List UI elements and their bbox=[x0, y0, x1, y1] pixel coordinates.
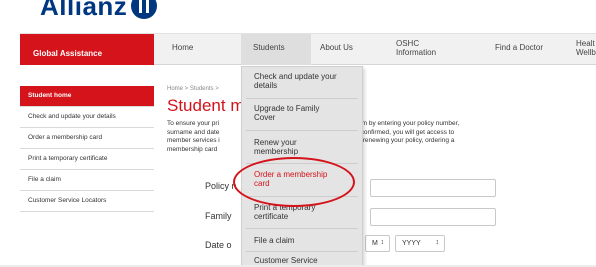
dropdown-divider bbox=[246, 196, 358, 197]
intro-line-left: surname and date bbox=[167, 128, 220, 136]
dropdown-item-file-a-claim[interactable]: File a claim bbox=[242, 236, 362, 246]
nav-item-about-us[interactable]: About Us bbox=[320, 34, 390, 65]
nav-item-oshc-information[interactable]: OSHC Information bbox=[396, 34, 466, 65]
dropdown-item-order-membership-card[interactable]: Order a membership card bbox=[242, 170, 362, 188]
nav-item-students[interactable]: Students bbox=[241, 34, 311, 65]
nav-item-label: Home bbox=[172, 43, 194, 52]
birth-year-select[interactable]: YYYY ↕ bbox=[395, 235, 445, 252]
page-title: Student m bbox=[167, 96, 245, 115]
intro-line-right: ils, renewing your policy, ordering a bbox=[353, 137, 455, 144]
intro-line-left: member services i bbox=[167, 137, 220, 144]
chevron-updown-icon: ↕ bbox=[380, 239, 385, 246]
nav-item-label: About Us bbox=[320, 43, 353, 52]
policy-number-label: Policy n bbox=[205, 181, 237, 191]
policy-number-input[interactable] bbox=[370, 179, 496, 197]
sidebar-item-print-temporary-certificate[interactable]: Print a temporary certificate bbox=[20, 149, 154, 170]
allianz-eagle-icon bbox=[131, 0, 158, 20]
top-navigation: Global Assistance Home Students About Us… bbox=[20, 33, 596, 65]
sidebar-item-order-membership-card[interactable]: Order a membership card bbox=[20, 128, 154, 149]
breadcrumb[interactable]: Home > Students > bbox=[167, 86, 219, 92]
birth-month-select[interactable]: M ↕ bbox=[365, 235, 390, 252]
dropdown-divider bbox=[246, 251, 358, 252]
nav-item-health-wellbeing[interactable]: Healt Wellb bbox=[576, 34, 596, 65]
nav-item-find-a-doctor[interactable]: Find a Doctor bbox=[495, 34, 565, 65]
sidebar-item-student-home[interactable]: Student home bbox=[20, 86, 154, 107]
dropdown-item-renew-membership[interactable]: Renew your membership bbox=[242, 138, 362, 156]
dropdown-divider bbox=[246, 163, 358, 164]
sidebar-item-customer-service-locators[interactable]: Customer Service Locators bbox=[20, 191, 154, 212]
dropdown-item-upgrade-family-cover[interactable]: Upgrade to Family Cover bbox=[242, 104, 362, 122]
nav-item-label: Healt Wellb bbox=[576, 39, 596, 57]
chevron-updown-icon: ↕ bbox=[435, 239, 440, 246]
intro-line-right: re confirmed, you will get access to bbox=[353, 128, 455, 136]
dropdown-divider bbox=[246, 98, 358, 99]
page: Allianz Global Assistance Home Students … bbox=[0, 0, 596, 267]
family-name-label: Family bbox=[205, 211, 232, 221]
family-name-input[interactable] bbox=[370, 208, 496, 226]
sidebar-item-check-update-details[interactable]: Check and update your details bbox=[20, 107, 154, 128]
sidebar-item-file-a-claim[interactable]: File a claim bbox=[20, 170, 154, 191]
logo-text: Allianz bbox=[40, 0, 128, 21]
global-assistance-tab[interactable]: Global Assistance bbox=[20, 34, 154, 65]
birth-year-value: YYYY bbox=[402, 240, 421, 247]
students-dropdown-menu: Check and update your details Upgrade to… bbox=[241, 66, 363, 267]
nav-item-label: OSHC Information bbox=[396, 39, 437, 57]
sidebar: Student home Check and update your detai… bbox=[20, 86, 154, 212]
nav-item-label: Find a Doctor bbox=[495, 43, 544, 52]
dropdown-item-print-temporary-certificate[interactable]: Print a temporary certificate bbox=[242, 203, 362, 221]
dropdown-item-check-update-details[interactable]: Check and update your details bbox=[242, 72, 362, 90]
dropdown-divider bbox=[246, 130, 358, 131]
date-of-birth-label: Date o bbox=[205, 240, 232, 250]
allianz-logo[interactable]: Allianz bbox=[40, 0, 158, 22]
intro-line-left: membership card bbox=[167, 145, 218, 153]
nav-item-home[interactable]: Home bbox=[172, 34, 232, 65]
dropdown-divider bbox=[246, 228, 358, 229]
intro-line-right: stem by entering your policy number, bbox=[353, 120, 460, 127]
intro-line-left: To ensure your pri bbox=[167, 120, 220, 127]
nav-item-label: Students bbox=[253, 43, 285, 52]
birth-month-value: M bbox=[372, 240, 378, 247]
